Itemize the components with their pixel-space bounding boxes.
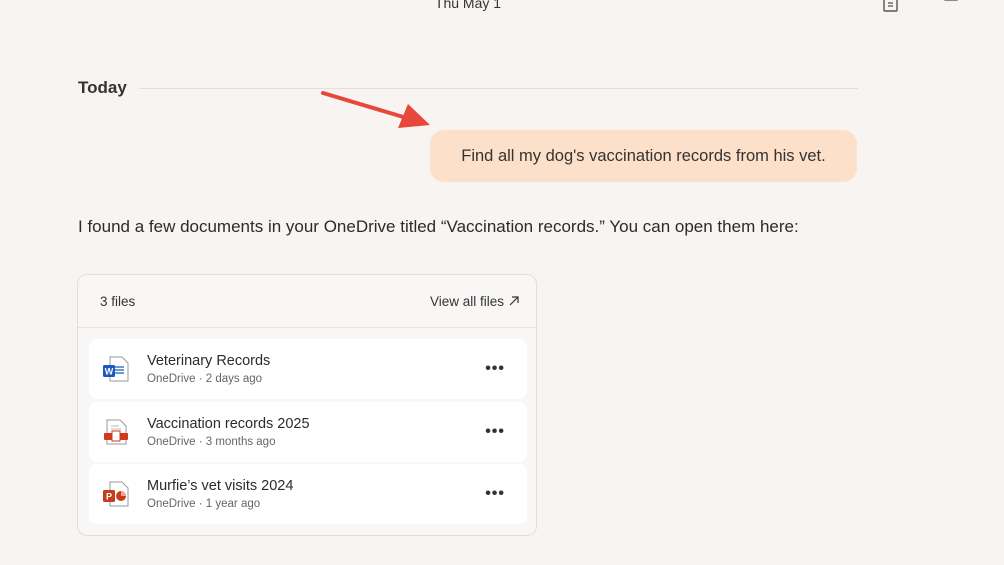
- file-name: Vaccination records 2025: [147, 416, 310, 432]
- more-options-button[interactable]: •••: [485, 360, 505, 378]
- files-card-header: 3 files View all files: [78, 275, 536, 328]
- date-header: Thu May 1: [434, 0, 502, 11]
- file-name: Veterinary Records: [147, 353, 271, 369]
- view-all-files-link[interactable]: View all files: [430, 294, 520, 309]
- pdf-file-icon: [104, 419, 128, 445]
- more-options-button[interactable]: •••: [485, 485, 505, 503]
- svg-text:P: P: [106, 492, 112, 502]
- user-message-bubble: Find all my dog's vaccination records fr…: [430, 130, 857, 182]
- menu-icon[interactable]: [941, 0, 961, 4]
- file-info: Veterinary Records OneDrive · 2 days ago: [147, 353, 270, 385]
- file-count: 3 files: [100, 293, 136, 309]
- files-card: 3 files View all files W Veterinary Reco…: [77, 274, 537, 536]
- file-info: Vaccination records 2025 OneDrive · 3 mo…: [147, 416, 310, 448]
- svg-text:W: W: [105, 367, 114, 377]
- word-file-icon: W: [103, 356, 129, 382]
- file-name: Murfie’s vet visits 2024: [147, 478, 294, 494]
- annotation-arrow: [321, 91, 430, 128]
- file-row[interactable]: P Murfie’s vet visits 2024 OneDrive · 1 …: [89, 464, 527, 524]
- file-meta: OneDrive · 3 months ago: [147, 436, 276, 448]
- document-icon[interactable]: [881, 0, 901, 12]
- file-info: Murfie’s vet visits 2024 OneDrive · 1 ye…: [147, 478, 293, 510]
- file-meta: OneDrive · 1 year ago: [147, 498, 261, 510]
- external-link-icon: [509, 296, 519, 306]
- more-options-button[interactable]: •••: [485, 423, 505, 441]
- file-meta: OneDrive · 2 days ago: [147, 373, 263, 385]
- day-label: Today: [78, 78, 127, 97]
- assistant-message-text: I found a few documents in your OneDrive…: [78, 217, 799, 236]
- file-row[interactable]: W Veterinary Records OneDrive · 2 days a…: [89, 339, 527, 399]
- divider: [138, 87, 858, 89]
- day-separator: Today: [78, 78, 858, 98]
- view-all-files-label: View all files: [429, 293, 504, 309]
- user-message-text: Find all my dog's vaccination records fr…: [461, 146, 826, 165]
- file-row[interactable]: Vaccination records 2025 OneDrive · 3 mo…: [89, 402, 527, 462]
- powerpoint-file-icon: P: [103, 481, 129, 507]
- chat-page: Thu May 1 Today Find all my dog's vaccin…: [0, 0, 1004, 565]
